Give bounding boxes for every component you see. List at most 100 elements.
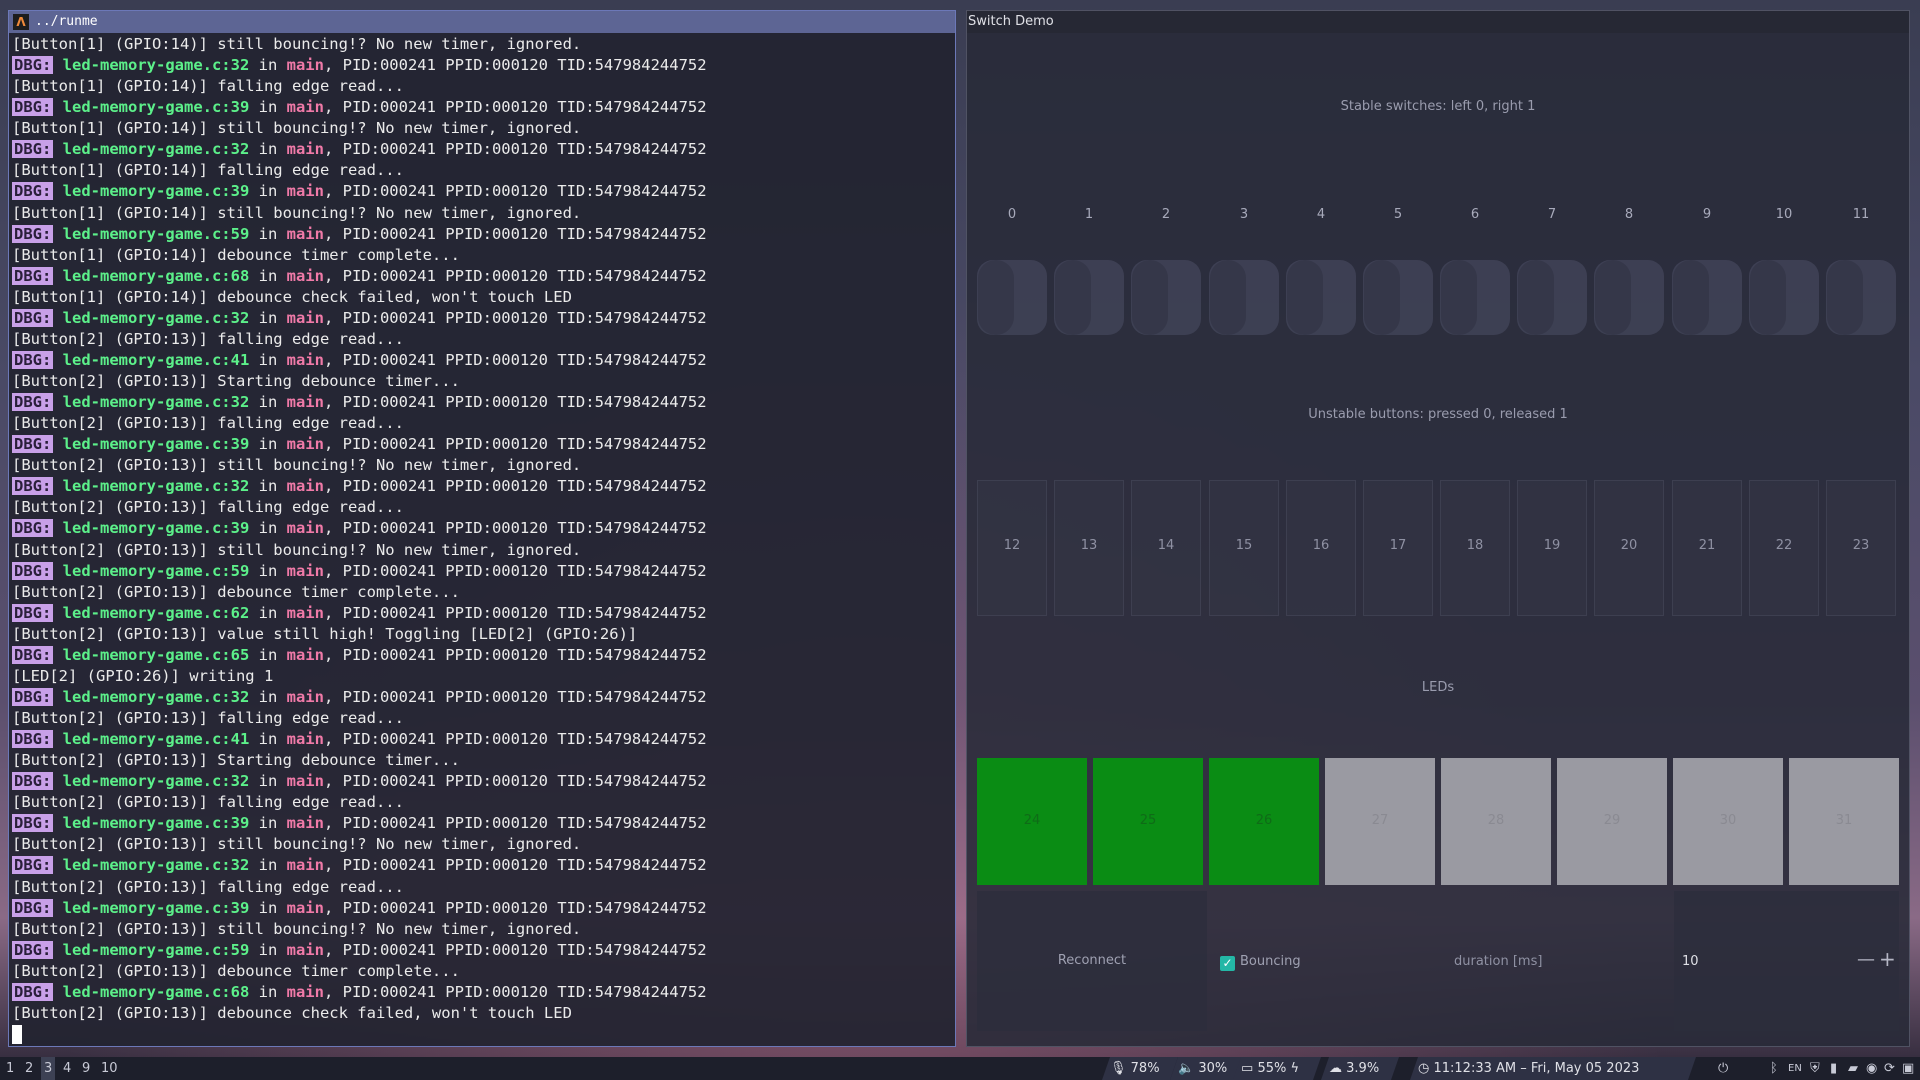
toggle-switch[interactable] [1672, 260, 1742, 335]
cpu-widget[interactable]: ☁ 3.9% [1321, 1057, 1399, 1080]
terminal-line: DBG: led-memory-game.c:32 in main, PID:0… [12, 771, 952, 792]
switch-knob [978, 260, 1014, 335]
led-number: 29 [1603, 813, 1621, 828]
duration-spinbox[interactable]: 10 — + [1674, 891, 1899, 1031]
switch-knob [1595, 260, 1631, 335]
switch-knob [1132, 260, 1168, 335]
process-info: , PID:000241 PPID:000120 TID:54798424475… [323, 982, 707, 1001]
toggle-switch[interactable] [1209, 260, 1279, 335]
volume-icon: 🔈 [1178, 1061, 1195, 1076]
push-button[interactable]: 22 [1749, 480, 1819, 616]
source-location: led-memory-game.c:41 [62, 350, 250, 369]
debug-tag: DBG: [12, 308, 54, 327]
source-location: led-memory-game.c:59 [62, 561, 250, 580]
shield-icon[interactable]: ⛨ [1810, 1057, 1820, 1080]
process-info: , PID:000241 PPID:000120 TID:54798424475… [323, 940, 707, 959]
terminal-line: [Button[2] (GPIO:13)] falling edge read.… [12, 329, 404, 348]
line-in: in [249, 730, 287, 749]
terminal-line: DBG: led-memory-game.c:32 in main, PID:0… [12, 392, 952, 413]
push-button[interactable]: 19 [1517, 480, 1587, 616]
toggle-switch[interactable] [977, 260, 1047, 335]
cpu-usage: 3.9% [1346, 1061, 1380, 1076]
update-icon[interactable]: ⟳ [1884, 1057, 1895, 1080]
debug-tag: DBG: [12, 561, 54, 580]
push-button[interactable]: 23 [1826, 480, 1896, 616]
terminal-line: [Button[2] (GPIO:13)] value still high! … [12, 624, 638, 643]
toggle-switch[interactable] [1286, 260, 1356, 335]
process-info: , PID:000241 PPID:000120 TID:54798424475… [323, 182, 707, 201]
bluetooth-icon[interactable]: ᛒ [1770, 1057, 1778, 1080]
clock-widget[interactable]: ◷ 11:12:33 AM – Fri, May 05 2023 [1410, 1057, 1696, 1080]
toggle-switch[interactable] [1054, 260, 1124, 335]
line-in: in [249, 603, 287, 622]
terminal-prompt-line[interactable] [12, 1024, 952, 1045]
battery-tray-icon[interactable]: ▰ [1848, 1057, 1858, 1080]
line-space [53, 477, 62, 495]
network-icon[interactable]: ▮ [1830, 1057, 1837, 1080]
workspace-button[interactable]: 3 [41, 1057, 56, 1080]
line-in: in [249, 350, 287, 369]
battery-level: 55% [1257, 1061, 1287, 1076]
push-button[interactable]: 18 [1440, 480, 1510, 616]
switch-demo-window[interactable]: Switch Demo Stable switches: left 0, rig… [966, 10, 1910, 1047]
push-button[interactable]: 21 [1672, 480, 1742, 616]
debug-tag: DBG: [12, 645, 54, 664]
push-button[interactable]: 20 [1594, 480, 1664, 616]
toggle-switch[interactable] [1517, 260, 1587, 335]
line-in: in [249, 224, 287, 243]
terminal-titlebar[interactable]: Λ ../runme [9, 11, 955, 33]
debug-tag: DBG: [12, 940, 54, 959]
workspace-button[interactable]: 10 [98, 1057, 121, 1080]
terminal-output[interactable]: [Button[1] (GPIO:14)] still bouncing!? N… [12, 34, 952, 1044]
workspace-button[interactable]: 1 [3, 1057, 17, 1080]
reconnect-button[interactable]: Reconnect [977, 891, 1207, 1031]
debug-tag: DBG: [12, 982, 54, 1001]
function-name: main [286, 772, 324, 791]
line-space [53, 56, 62, 74]
toggle-switch[interactable] [1440, 260, 1510, 335]
source-location: led-memory-game.c:62 [62, 603, 250, 622]
duration-label: duration [ms] [1454, 954, 1543, 969]
function-name: main [286, 940, 324, 959]
decrement-button[interactable]: — [1857, 949, 1875, 970]
source-location: led-memory-game.c:39 [62, 814, 250, 833]
terminal-line: DBG: led-memory-game.c:39 in main, PID:0… [12, 813, 952, 834]
app-titlebar[interactable]: Switch Demo [967, 11, 1909, 33]
volume-widget[interactable]: 🔈 30% [1170, 1057, 1242, 1080]
line-space [53, 688, 62, 706]
bouncing-label[interactable]: Bouncing [1240, 954, 1301, 969]
line-space [53, 604, 62, 622]
workspace-button[interactable]: 4 [60, 1057, 74, 1080]
process-info: , PID:000241 PPID:000120 TID:54798424475… [323, 140, 707, 159]
taskbar: 1 2 3 4 9 10 🎙 78% 🔈 30% ▭ 55% ϟ ☁ 3.9% ◷ 11:… [0, 1057, 1920, 1080]
app-tray-icon[interactable]: ▣ [1902, 1057, 1914, 1080]
line-space [53, 435, 62, 453]
toggle-switch[interactable] [1826, 260, 1896, 335]
increment-button[interactable]: + [1879, 947, 1896, 971]
workspace-button[interactable]: 2 [22, 1057, 36, 1080]
power-icon[interactable]: ⏻ [1718, 1057, 1728, 1080]
toggle-switch[interactable] [1749, 260, 1819, 335]
push-button[interactable]: 13 [1054, 480, 1124, 616]
push-button[interactable]: 12 [977, 480, 1047, 616]
browser-icon[interactable]: ◉ [1866, 1057, 1877, 1080]
toggle-switch[interactable] [1131, 260, 1201, 335]
keyboard-layout[interactable]: EN [1788, 1057, 1802, 1080]
push-button[interactable]: 15 [1209, 480, 1279, 616]
process-info: , PID:000241 PPID:000120 TID:54798424475… [323, 435, 707, 454]
mic-widget[interactable]: 🎙 78% [1102, 1057, 1178, 1080]
workspace-button[interactable]: 9 [79, 1057, 93, 1080]
terminal-window[interactable]: Λ ../runme [Button[1] (GPIO:14)] still b… [8, 10, 956, 1047]
debug-tag: DBG: [12, 519, 54, 538]
switch-number: 3 [1239, 207, 1249, 222]
toggle-switch[interactable] [1363, 260, 1433, 335]
bouncing-checkbox[interactable]: ✓ [1220, 956, 1235, 971]
led-indicator: 25 [1093, 758, 1203, 885]
toggle-switch[interactable] [1594, 260, 1664, 335]
push-button[interactable]: 14 [1131, 480, 1201, 616]
duration-value[interactable]: 10 [1682, 954, 1699, 969]
push-button[interactable]: 16 [1286, 480, 1356, 616]
terminal-line: [Button[2] (GPIO:13)] still bouncing!? N… [12, 835, 582, 854]
push-button[interactable]: 17 [1363, 480, 1433, 616]
battery-widget[interactable]: ▭ 55% ϟ [1233, 1057, 1321, 1080]
